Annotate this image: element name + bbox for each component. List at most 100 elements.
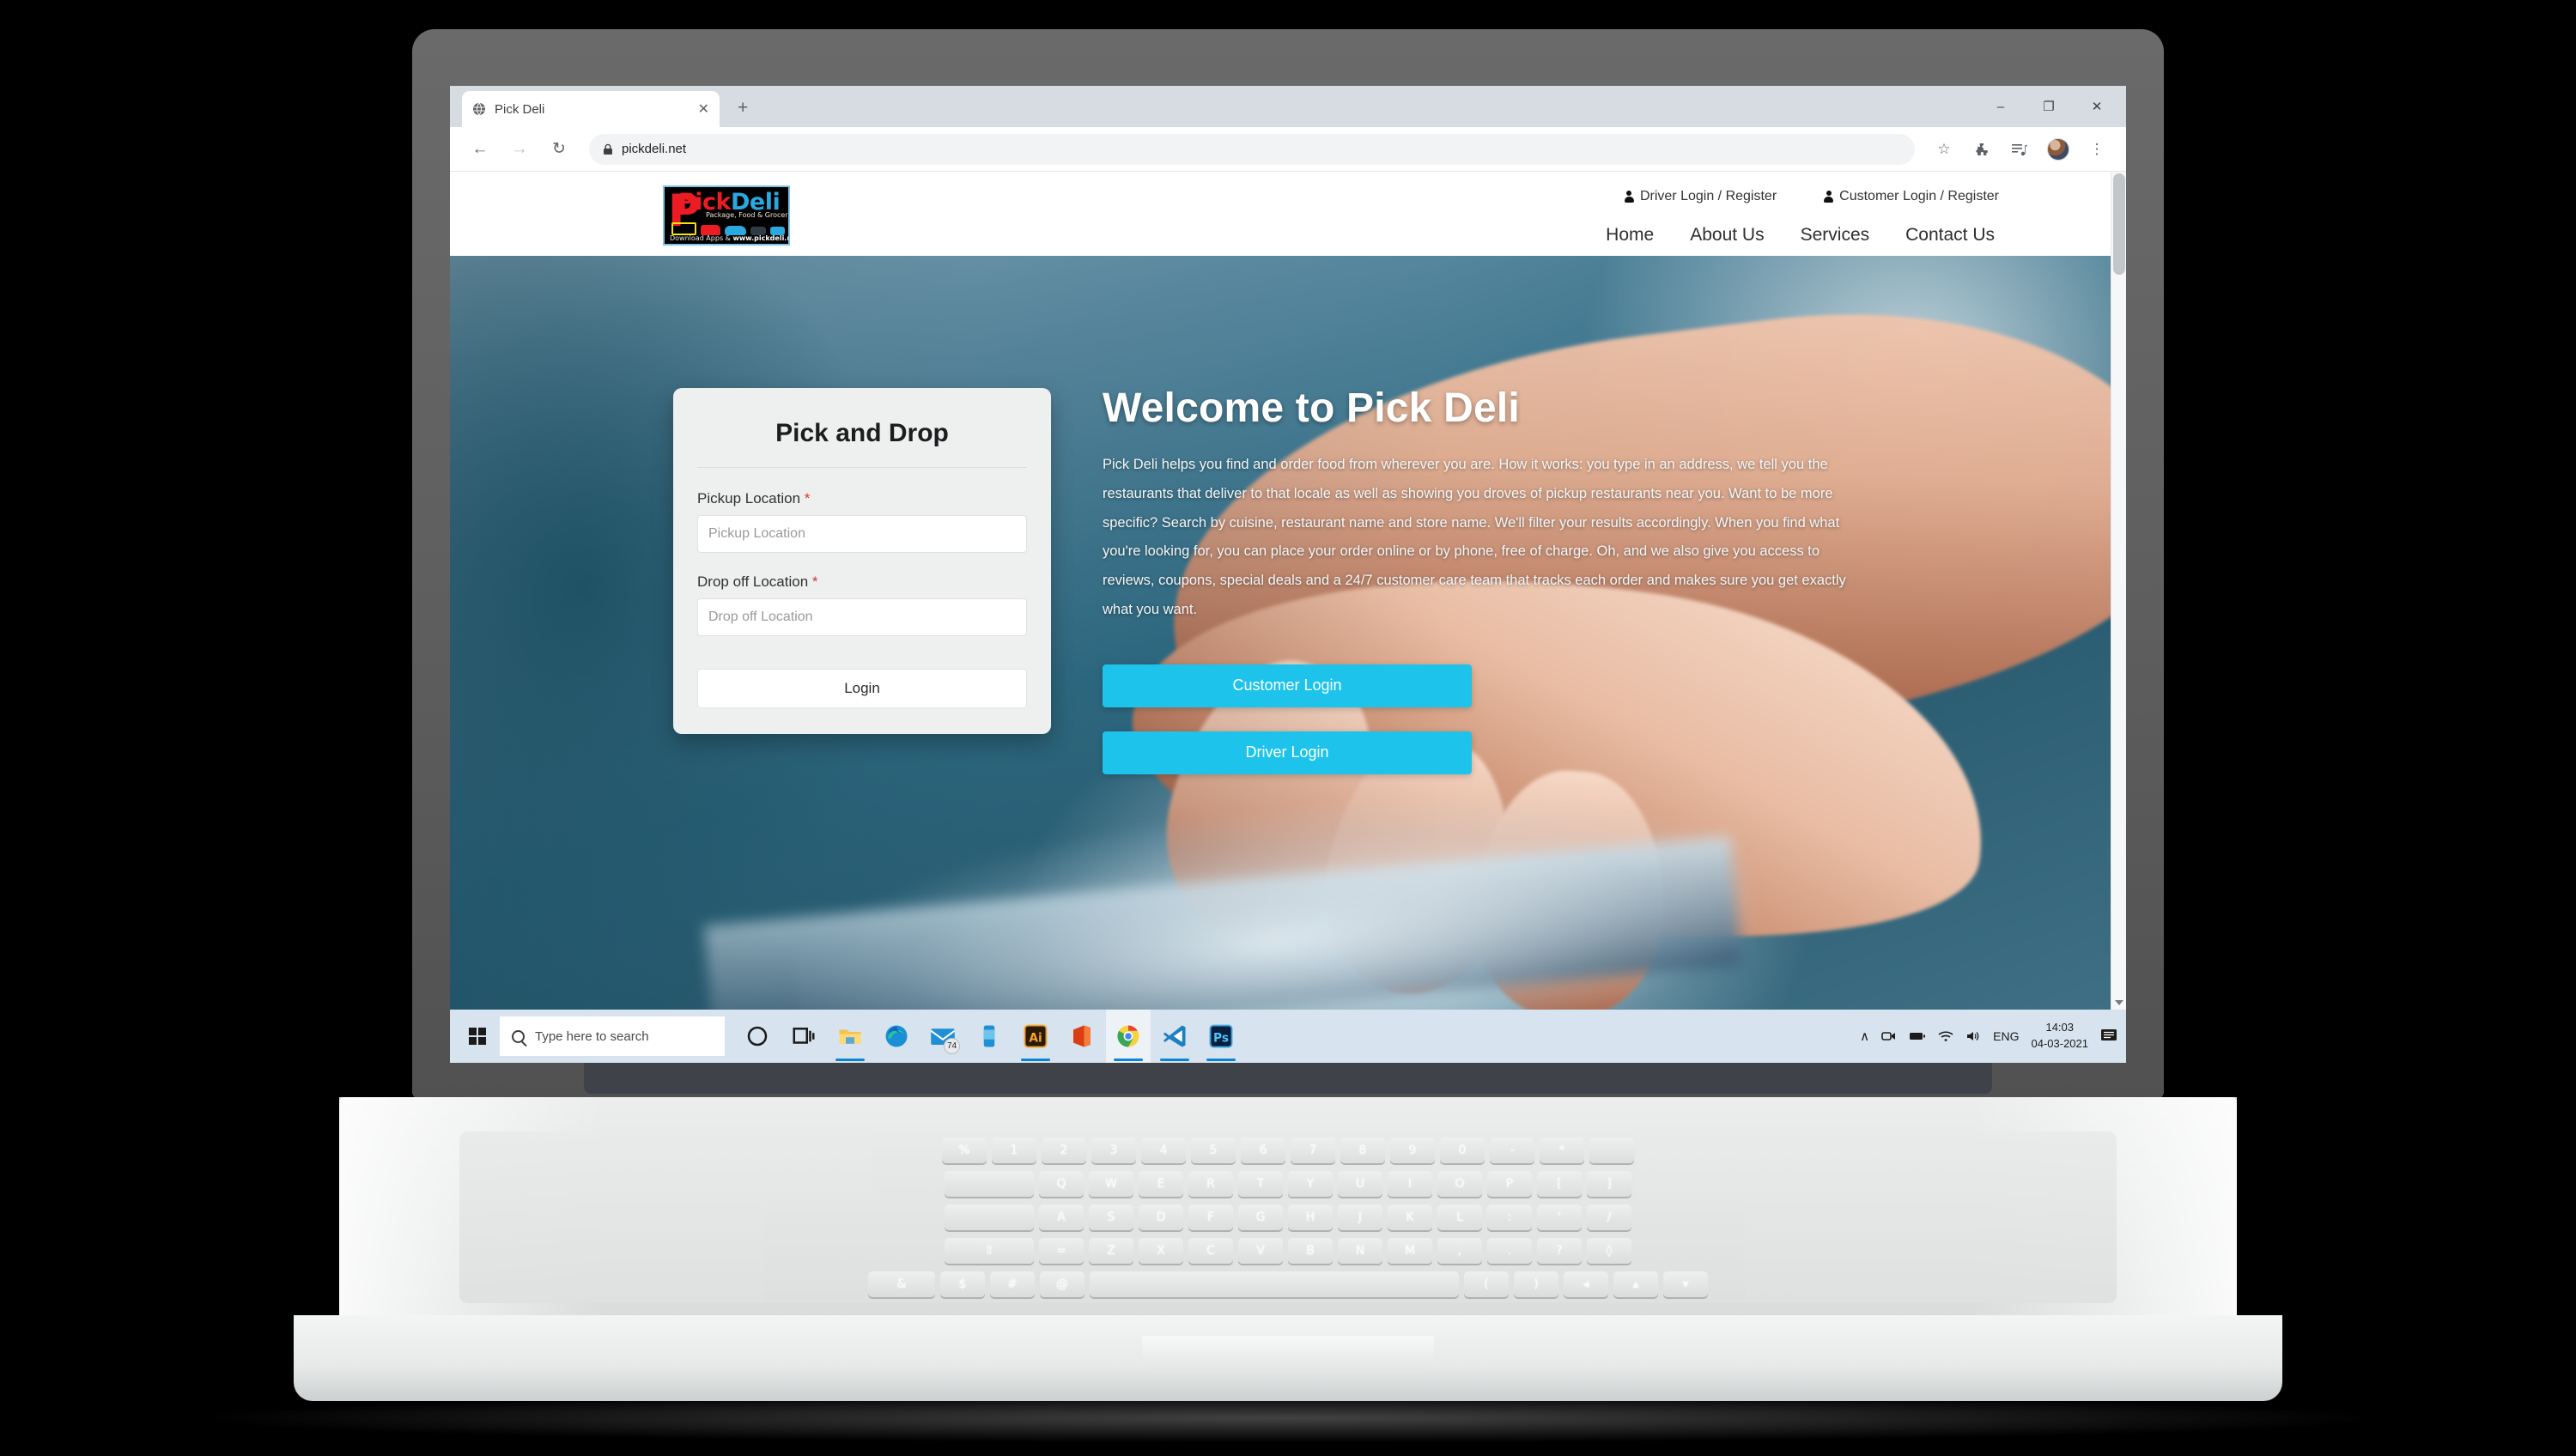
screenshot-stage: Pick Deli ✕ + – ❐ ✕ ← → ↻ pickdeli.net ☆… (0, 0, 2576, 1456)
keyboard-key: Q (1039, 1171, 1084, 1197)
page-scrollbar[interactable] (2111, 172, 2126, 1010)
your-phone-icon[interactable] (967, 1010, 1012, 1063)
illustrator-icon[interactable]: Ai (1013, 1010, 1058, 1063)
wifi-icon[interactable] (1938, 1030, 1953, 1042)
form-divider (697, 467, 1027, 468)
keyboard-key: L (1437, 1204, 1482, 1230)
camera-icon[interactable] (1881, 1030, 1897, 1042)
laptop-shadow (215, 1394, 2361, 1442)
app-running-underline (1114, 1059, 1143, 1061)
keyboard-key: 7 (1291, 1138, 1335, 1163)
keyboard-key: 3 (1091, 1138, 1136, 1163)
keyboard-key: ? (1537, 1238, 1582, 1264)
nav-item-contact-us[interactable]: Contact Us (1905, 225, 1995, 246)
keyboard-key: Z (1089, 1238, 1133, 1264)
browser-tab[interactable]: Pick Deli ✕ (462, 91, 720, 127)
person-icon (1824, 191, 1834, 203)
keyboard-key: @ (1040, 1271, 1084, 1297)
keyboard-key: V (1238, 1238, 1283, 1264)
window-minimize-button[interactable]: – (1977, 86, 2025, 127)
site-logo[interactable]: P PickDeli Package, Food & Grocery Downl… (663, 185, 790, 246)
windows-taskbar: Type here to search 74 Ai Ps ∧ ENG 14:03… (450, 1010, 2126, 1063)
driver-login-label: Driver Login / Register (1639, 189, 1777, 203)
volume-icon[interactable] (1965, 1030, 1981, 1042)
keyboard-key: B (1288, 1238, 1333, 1264)
app-running-underline (1206, 1059, 1236, 1061)
extensions-puzzle-icon[interactable] (1965, 132, 1999, 167)
nav-item-services[interactable]: Services (1801, 225, 1870, 246)
vs-code-icon[interactable] (1152, 1010, 1197, 1063)
scrollbar-down-arrow-icon[interactable] (2115, 1000, 2123, 1005)
media-list-icon[interactable] (2002, 132, 2037, 167)
keyboard-key: [ (1537, 1171, 1582, 1197)
keyboard-key: C (1188, 1238, 1233, 1264)
window-maximize-button[interactable]: ❐ (2025, 86, 2073, 127)
keyboard-key: R (1188, 1171, 1233, 1197)
google-chrome-icon[interactable] (1106, 1010, 1151, 1063)
pick-and-drop-card: Pick and Drop Pickup Location * Pickup L… (673, 388, 1051, 734)
nav-item-about-us[interactable]: About Us (1690, 225, 1764, 246)
battery-icon[interactable] (1909, 1031, 1926, 1041)
form-login-button[interactable]: Login (697, 669, 1027, 708)
action-center-icon[interactable] (2100, 1028, 2119, 1044)
keyboard-key: I (1388, 1171, 1432, 1197)
keyboard-key: 1 (992, 1138, 1036, 1163)
keyboard-key: ] (1587, 1171, 1631, 1197)
address-bar[interactable]: pickdeli.net (589, 133, 1915, 165)
app-running-underline (835, 1059, 865, 1061)
start-button[interactable] (455, 1010, 500, 1063)
back-button[interactable]: ← (462, 131, 498, 167)
nav-item-home[interactable]: Home (1606, 225, 1654, 246)
mail-icon[interactable]: 74 (920, 1010, 965, 1063)
reload-button[interactable]: ↻ (541, 131, 577, 167)
keyboard-key: N (1338, 1238, 1382, 1264)
mail-unread-badge: 74 (944, 1038, 960, 1054)
dropoff-required-mark: * (811, 573, 818, 590)
cortana-icon[interactable] (735, 1010, 780, 1063)
logo-footer: Download Apps & www.pickdeli.net (670, 234, 788, 242)
keyboard-key: O (1437, 1171, 1482, 1197)
keyboard-key: U (1338, 1171, 1382, 1197)
keyboard-key: # (990, 1271, 1035, 1297)
clock-time: 14:03 (2045, 1021, 2075, 1034)
language-indicator[interactable]: ENG (1993, 1029, 2019, 1043)
window-controls: – ❐ ✕ (1977, 86, 2121, 127)
profile-avatar[interactable] (2047, 137, 2069, 161)
dropoff-location-input[interactable]: Drop off Location (697, 598, 1027, 636)
keyboard-key: 8 (1340, 1138, 1385, 1163)
keyboard-row-1: % 1 2 3 4 5 6 7 8 9 0- * (468, 1138, 2108, 1163)
microsoft-edge-icon[interactable] (874, 1010, 919, 1063)
task-view-icon[interactable] (781, 1010, 826, 1063)
driver-login-button[interactable]: Driver Login (1103, 731, 1472, 774)
main-navigation: Home About Us Services Contact Us (1606, 225, 1995, 246)
pickup-required-mark: * (804, 490, 811, 507)
keyboard-key: ◊ (1587, 1238, 1631, 1264)
photoshop-icon[interactable]: Ps (1199, 1010, 1243, 1063)
hero-cta-group: Customer Login Driver Login (1103, 664, 1472, 774)
browser-menu-icon[interactable]: ⋮ (2080, 132, 2114, 167)
logo-footer-url: www.pickdeli.net (732, 234, 788, 242)
taskbar-search-input[interactable]: Type here to search (500, 1016, 725, 1056)
new-tab-button[interactable]: + (738, 98, 748, 118)
dropoff-location-label: Drop off Location * (697, 573, 1027, 591)
forward-button[interactable]: → (501, 131, 538, 167)
customer-login-button[interactable]: Customer Login (1103, 664, 1472, 707)
clock[interactable]: 14:03 04-03-2021 (2032, 1020, 2089, 1053)
tab-close-icon[interactable]: ✕ (698, 100, 709, 118)
file-explorer-icon[interactable] (828, 1010, 872, 1063)
clock-date: 04-03-2021 (2031, 1037, 2089, 1050)
customer-login-register-link[interactable]: Customer Login / Register (1824, 189, 1999, 204)
bookmark-star-icon[interactable]: ☆ (1927, 132, 1961, 167)
driver-login-register-link[interactable]: Driver Login / Register (1624, 189, 1777, 204)
scrollbar-thumb[interactable] (2113, 173, 2125, 275)
microsoft-office-icon[interactable] (1060, 1010, 1104, 1063)
tray-chevron-up-icon[interactable]: ∧ (1860, 1028, 1869, 1044)
keyboard-key: P (1487, 1171, 1532, 1197)
pickup-location-input[interactable]: Pickup Location (697, 515, 1027, 553)
address-bar-url: pickdeli.net (622, 142, 687, 156)
keyboard-key: ▾ (1663, 1271, 1708, 1297)
keyboard-key: & (868, 1271, 935, 1297)
keyboard-key: / (1587, 1204, 1631, 1230)
keyboard-key (945, 1204, 1034, 1230)
window-close-button[interactable]: ✕ (2073, 86, 2121, 127)
